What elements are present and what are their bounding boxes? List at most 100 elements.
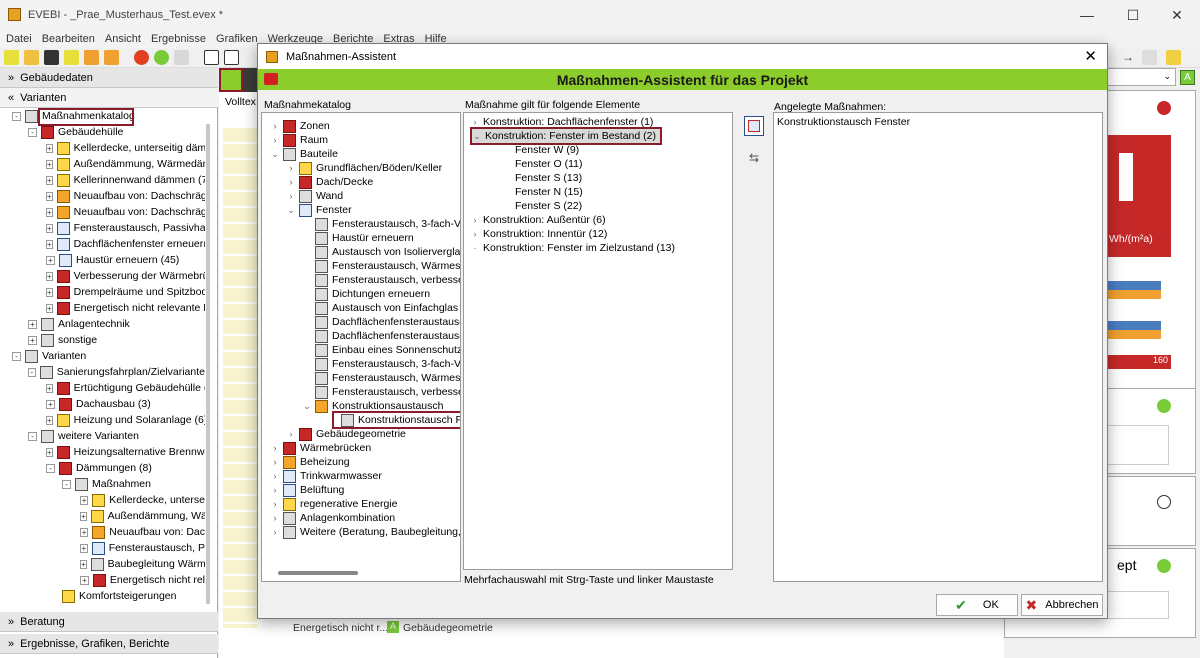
expand-icon[interactable]: + bbox=[80, 511, 87, 521]
expand-icon[interactable]: + bbox=[46, 175, 53, 185]
tree-node[interactable]: + Neuaufbau von: Dac bbox=[80, 524, 205, 540]
expand-icon[interactable]: + bbox=[46, 415, 53, 425]
catalog-node[interactable]: Einbau eines Sonnenschutzes bbox=[302, 343, 460, 357]
close-window-icon[interactable]: ✕ bbox=[1154, 0, 1200, 30]
close-icon[interactable]: ✕ bbox=[1084, 47, 1097, 65]
video-icon[interactable] bbox=[264, 73, 278, 85]
tree-scrollbar[interactable] bbox=[206, 124, 210, 604]
chevron-icon[interactable]: ⌄ bbox=[270, 149, 280, 160]
catalog-node[interactable]: › Beheizung bbox=[270, 455, 350, 469]
ok-button[interactable]: ✔ OK bbox=[936, 594, 1018, 616]
tree-node[interactable]: + Heizung und Solaranlage (6) bbox=[46, 412, 205, 428]
applied-measure-item[interactable]: Konstruktionstausch Fenster bbox=[777, 116, 910, 128]
catalog-node[interactable]: Austausch von Isolierverglası bbox=[302, 245, 460, 259]
tree-node[interactable]: + Außendämmung, Wärmedäm bbox=[46, 156, 205, 172]
chevron-icon[interactable]: › bbox=[270, 457, 280, 467]
arrow-right-icon[interactable]: → bbox=[1122, 50, 1137, 65]
chevron-icon[interactable]: › bbox=[286, 429, 296, 439]
catalog-node[interactable]: › Dach/Decke bbox=[286, 175, 373, 189]
house-icon[interactable] bbox=[84, 50, 99, 65]
chevron-icon[interactable]: › bbox=[470, 117, 480, 127]
expand-icon[interactable]: + bbox=[46, 159, 53, 169]
element-node[interactable]: › Konstruktion: Außentür (6) bbox=[470, 213, 606, 227]
chevron-icon[interactable]: › bbox=[286, 191, 296, 201]
catalog-node[interactable]: Fensteraustausch, Wärmesch bbox=[302, 259, 460, 273]
tree-node[interactable]: - weitere Varianten bbox=[28, 428, 205, 444]
catalog-node[interactable]: Fensteraustausch, verbesser bbox=[302, 273, 460, 287]
collapse-icon[interactable]: - bbox=[62, 479, 71, 489]
collapse-icon[interactable]: - bbox=[28, 367, 36, 377]
horizontal-scrollbar[interactable] bbox=[278, 571, 358, 575]
tree-node[interactable]: + Fensteraustausch, P bbox=[80, 540, 205, 556]
tree-node[interactable]: + Außendämmung, Wä bbox=[80, 508, 205, 524]
tree-node[interactable]: + sonstige bbox=[28, 332, 205, 348]
catalog-node[interactable]: Dachflächenfensteraustausch bbox=[302, 329, 460, 343]
chevron-icon[interactable]: › bbox=[270, 513, 280, 523]
catalog-node[interactable]: › Wärmebrücken bbox=[270, 441, 371, 455]
catalog-node[interactable]: › Wand bbox=[286, 189, 343, 203]
menu-item-bearbeiten[interactable]: Bearbeiten bbox=[42, 33, 95, 45]
catalog-node[interactable]: › Raum bbox=[270, 133, 328, 147]
catalog-node[interactable]: › Zonen bbox=[270, 119, 330, 133]
accordion-gebaeudedaten[interactable]: » Gebäudedaten bbox=[0, 68, 218, 88]
expand-icon[interactable]: + bbox=[46, 399, 55, 409]
menu-item-ansicht[interactable]: Ansicht bbox=[105, 33, 141, 45]
expand-icon[interactable]: + bbox=[46, 207, 53, 217]
expand-icon[interactable]: + bbox=[46, 143, 53, 153]
expand-icon[interactable]: + bbox=[46, 271, 53, 281]
accordion-beratung[interactable]: » Beratung bbox=[0, 612, 218, 632]
expand-icon[interactable]: + bbox=[46, 255, 55, 265]
expand-icon[interactable]: + bbox=[46, 223, 53, 233]
accordion-varianten[interactable]: «Varianten bbox=[0, 88, 218, 108]
undo-icon[interactable] bbox=[134, 50, 149, 65]
wand-icon[interactable] bbox=[174, 50, 189, 65]
open-folder-icon[interactable] bbox=[24, 50, 39, 65]
tree-node[interactable]: + Heizungsalternative Brennwe bbox=[46, 444, 205, 460]
export-icon[interactable] bbox=[1142, 50, 1157, 65]
catalog-node[interactable]: › Anlagenkombination bbox=[270, 511, 395, 525]
tree-node[interactable]: + Fensteraustausch, Passivhau bbox=[46, 220, 205, 236]
chevron-icon[interactable]: › bbox=[270, 135, 280, 145]
house-edit-icon[interactable] bbox=[104, 50, 119, 65]
expand-icon[interactable]: + bbox=[46, 239, 53, 249]
chevron-icon[interactable]: ⌄ bbox=[472, 131, 482, 142]
catalog-node[interactable]: › Belüftung bbox=[270, 483, 344, 497]
element-node[interactable]: Fenster W (9) bbox=[502, 143, 579, 157]
chevron-icon[interactable]: ⌄ bbox=[286, 205, 296, 216]
expand-icon[interactable]: + bbox=[46, 383, 53, 393]
chevron-icon[interactable]: › bbox=[470, 229, 480, 239]
new-file-icon[interactable] bbox=[4, 50, 19, 65]
chevron-icon[interactable]: › bbox=[270, 499, 280, 509]
chevron-icon[interactable]: › bbox=[286, 163, 296, 173]
catalog-node[interactable]: Fensteraustausch, 3-fach-Ve bbox=[302, 357, 460, 371]
chevron-icon[interactable]: › bbox=[470, 215, 480, 225]
collapse-icon[interactable]: - bbox=[12, 351, 21, 361]
catalog-node[interactable]: › Weitere (Beratung, Baubegleitung, ... bbox=[270, 525, 460, 539]
tree-node[interactable]: Komfortsteigerungen bbox=[62, 588, 205, 604]
chevron-icon[interactable]: › bbox=[270, 527, 280, 537]
tree-node[interactable]: + Anlagentechnik bbox=[28, 316, 205, 332]
tree-node[interactable]: + Energetisch nicht relevante E bbox=[46, 300, 205, 316]
remove-measure-icon[interactable]: ⇆ bbox=[744, 148, 764, 168]
tree-node[interactable]: - Maßnahmen bbox=[62, 476, 205, 492]
catalog-node[interactable]: Fensteraustausch, 3-fach-Ve bbox=[302, 217, 460, 231]
tree-node[interactable]: + Neuaufbau von: Dachschräg bbox=[46, 188, 205, 204]
expand-icon[interactable]: + bbox=[46, 447, 53, 457]
expand-icon[interactable]: + bbox=[28, 319, 37, 329]
element-node[interactable]: Fenster O (11) bbox=[502, 157, 583, 171]
table-icon[interactable] bbox=[224, 50, 239, 65]
expand-icon[interactable]: + bbox=[46, 191, 53, 201]
element-node[interactable]: · Konstruktion: Fenster im Zielzustand (1… bbox=[470, 241, 676, 255]
menu-item-datei[interactable]: Datei bbox=[6, 33, 32, 45]
chevron-icon[interactable]: › bbox=[286, 177, 296, 187]
catalog-node[interactable]: Austausch von Einfachglas du bbox=[302, 301, 460, 315]
elements-tree[interactable]: › Konstruktion: Dachflächenfenster (1) ⌄ Ko… bbox=[463, 112, 733, 570]
cancel-button[interactable]: ✖ Abbrechen bbox=[1021, 594, 1103, 616]
accordion-ergebnisse[interactable]: » Ergebnisse, Grafiken, Berichte bbox=[0, 634, 218, 654]
element-node[interactable]: Fenster S (22) bbox=[502, 199, 582, 213]
tree-node[interactable]: + Dachausbau (3) bbox=[46, 396, 205, 412]
element-node[interactable]: Fenster N (15) bbox=[502, 185, 583, 199]
copy-icon[interactable] bbox=[64, 50, 79, 65]
catalog-node[interactable]: › Trinkwarmwasser bbox=[270, 469, 382, 483]
chevron-icon[interactable]: › bbox=[270, 471, 280, 481]
